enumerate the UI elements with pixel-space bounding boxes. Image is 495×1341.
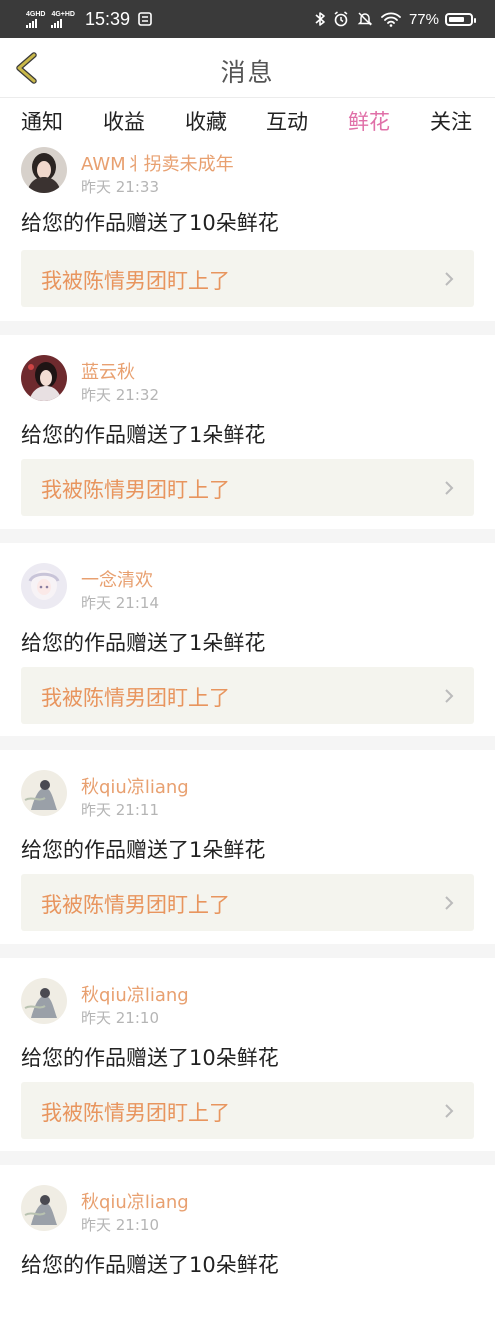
signal-bars-icon [51, 18, 63, 28]
username[interactable]: 蓝云秋 [81, 358, 135, 384]
tab-favorites[interactable]: 收藏 [185, 106, 227, 136]
user-avatar[interactable] [21, 770, 67, 816]
battery-percent: 77% [408, 10, 439, 28]
card-separator [0, 1151, 495, 1165]
work-title: 我被陈情男团盯上了 [41, 893, 230, 917]
work-title: 我被陈情男团盯上了 [41, 1101, 230, 1125]
card-separator [0, 736, 495, 750]
message-text: 给您的作品赠送了10朵鲜花 [21, 1046, 279, 1070]
network-type-1: 4GHD [26, 10, 46, 18]
username[interactable]: 秋qiu凉liang [81, 981, 189, 1007]
card-separator [0, 321, 495, 335]
nav-header: 消息 [0, 38, 495, 98]
message-text: 给您的作品赠送了10朵鲜花 [21, 1253, 279, 1277]
username[interactable]: AWM丬拐卖未成年 [81, 150, 234, 176]
signal-1: 4GHD [26, 11, 45, 28]
network-type-2: 4G+HD [51, 10, 75, 18]
message-time: 昨天 21:10 [81, 1216, 159, 1234]
user-avatar[interactable] [21, 147, 67, 193]
chevron-right-icon [445, 272, 454, 286]
tab-flowers[interactable]: 鲜花 [348, 106, 390, 136]
signal-2: 4G+HD [51, 11, 75, 28]
tab-interaction[interactable]: 互动 [266, 106, 308, 136]
chevron-right-icon [445, 689, 454, 703]
battery-icon [445, 12, 476, 26]
message-card: 蓝云秋 昨天 21:32 给您的作品赠送了1朵鲜花 我被陈情男团盯上了 [0, 335, 495, 516]
status-right: 77% [307, 10, 476, 28]
card-separator [0, 529, 495, 543]
message-time: 昨天 21:14 [81, 594, 159, 612]
chevron-right-icon [445, 1104, 454, 1118]
user-avatar[interactable] [21, 1185, 67, 1231]
card-separator [0, 944, 495, 958]
message-card: AWM丬拐卖未成年 昨天 21:33 给您的作品赠送了10朵鲜花 我被陈情男团盯… [0, 134, 495, 310]
chevron-right-icon [445, 481, 454, 495]
message-text: 给您的作品赠送了10朵鲜花 [21, 211, 279, 235]
message-time: 昨天 21:10 [81, 1009, 159, 1027]
signal-bars-icon [26, 18, 37, 28]
tab-earnings[interactable]: 收益 [103, 106, 145, 136]
mute-bell-icon [357, 12, 373, 26]
work-title: 我被陈情男团盯上了 [41, 478, 230, 502]
user-avatar[interactable] [21, 355, 67, 401]
status-time: 15:39 [85, 8, 131, 29]
work-link[interactable]: 我被陈情男团盯上了 [21, 459, 474, 516]
bluetooth-icon [315, 12, 325, 26]
work-link[interactable]: 我被陈情男团盯上了 [21, 667, 474, 724]
username[interactable]: 秋qiu凉liang [81, 773, 189, 799]
message-card: 秋qiu凉liang 昨天 21:10 给您的作品赠送了10朵鲜花 我被陈情男团… [0, 958, 495, 1139]
screenshot-icon [138, 12, 152, 26]
message-time: 昨天 21:33 [81, 178, 159, 196]
work-title: 我被陈情男团盯上了 [41, 686, 230, 710]
work-link[interactable]: 我被陈情男团盯上了 [21, 1082, 474, 1139]
status-left: 4GHD 4G+HD 15:39 [26, 9, 152, 30]
status-bar: 4GHD 4G+HD 15:39 77% [0, 0, 495, 38]
message-text: 给您的作品赠送了1朵鲜花 [21, 423, 266, 447]
user-avatar[interactable] [21, 978, 67, 1024]
message-card: 一念清欢 昨天 21:14 给您的作品赠送了1朵鲜花 我被陈情男团盯上了 [0, 543, 495, 724]
message-text: 给您的作品赠送了1朵鲜花 [21, 838, 266, 862]
page-title: 消息 [220, 58, 275, 87]
user-avatar[interactable] [21, 563, 67, 609]
username[interactable]: 一念清欢 [81, 566, 153, 592]
username[interactable]: 秋qiu凉liang [81, 1188, 189, 1214]
message-card: 秋qiu凉liang 昨天 21:11 给您的作品赠送了1朵鲜花 我被陈情男团盯… [0, 750, 495, 931]
message-text: 给您的作品赠送了1朵鲜花 [21, 631, 266, 655]
work-title: 我被陈情男团盯上了 [41, 269, 230, 293]
work-link[interactable]: 我被陈情男团盯上了 [21, 250, 474, 307]
wifi-icon [381, 12, 401, 27]
work-link[interactable]: 我被陈情男团盯上了 [21, 874, 474, 931]
message-card: 秋qiu凉liang 昨天 21:10 给您的作品赠送了10朵鲜花 [0, 1165, 495, 1341]
message-time: 昨天 21:11 [81, 801, 159, 819]
alarm-icon [334, 11, 348, 27]
tab-notify[interactable]: 通知 [21, 106, 63, 136]
tab-follow[interactable]: 关注 [430, 106, 472, 136]
message-time: 昨天 21:32 [81, 386, 159, 404]
chevron-right-icon [445, 896, 454, 910]
